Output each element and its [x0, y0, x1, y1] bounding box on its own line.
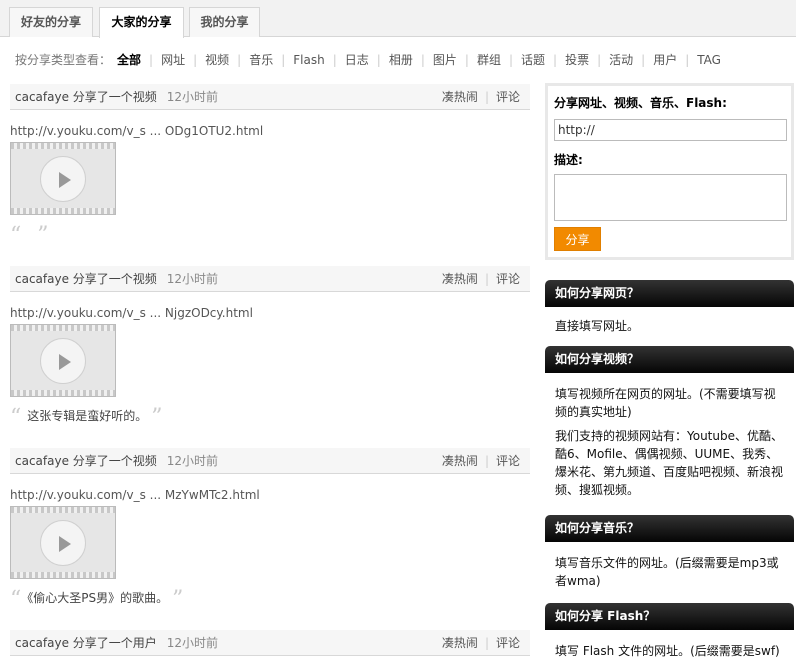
feed-item-author[interactable]: cacafaye 分享了一个用户 — [15, 636, 157, 650]
feed-item-time: 12小时前 — [166, 454, 219, 468]
filter-url[interactable]: 网址 — [161, 52, 185, 68]
feed-item-quote: “” — [10, 223, 530, 248]
filter-label: 按分享类型查看： — [15, 53, 112, 67]
open-quote-icon: “ — [10, 405, 22, 430]
feed-item: cacafaye 分享了一个视频 12小时前 凑热闹 | 评论 http://v.yo… — [10, 266, 530, 430]
join-button[interactable]: 凑热闹 — [442, 90, 478, 104]
feed-item-author[interactable]: cacafaye 分享了一个视频 — [15, 90, 157, 104]
filter-music[interactable]: 音乐 — [249, 52, 273, 68]
open-quote-icon: “ — [10, 223, 22, 248]
share-feed: cacafaye 分享了一个视频 12小时前 凑热闹 | 评论 http://v.yo… — [10, 84, 530, 656]
feed-item-author[interactable]: cacafaye 分享了一个视频 — [15, 272, 157, 286]
video-thumbnail[interactable] — [10, 324, 116, 397]
play-icon[interactable] — [40, 520, 86, 566]
tab-bar: 好友的分享 大家的分享 我的分享 — [0, 0, 796, 38]
comment-button[interactable]: 评论 — [496, 272, 520, 286]
comment-button[interactable]: 评论 — [496, 454, 520, 468]
description-label: 描述: — [554, 153, 583, 167]
filter-tag[interactable]: TAG — [697, 52, 721, 68]
feed-item-header: cacafaye 分享了一个视频 12小时前 凑热闹 | 评论 — [10, 84, 530, 110]
share-url-input[interactable] — [554, 119, 787, 141]
feed-item-quote: “《偷心大圣PS男》的歌曲。” — [10, 587, 184, 612]
description-input[interactable] — [554, 174, 787, 221]
feed-item-url[interactable]: http://v.youku.com/v_s ... ODg1OTU2.html — [10, 124, 530, 138]
filter-blog[interactable]: 日志 — [345, 52, 369, 68]
help-body: 填写视频所在网页的网址。(不需要填写视频的真实地址) 我们支持的视频网站有：You… — [555, 387, 784, 497]
filter-album[interactable]: 相册 — [389, 52, 413, 68]
share-form: 分享网址、视频、音乐、Flash: 描述: 分享 — [545, 83, 794, 260]
tab-friends-shares[interactable]: 好友的分享 — [9, 7, 93, 37]
sidebar: 分享网址、视频、音乐、Flash: 描述: 分享 如何分享网页？ 直接填写网址。… — [545, 83, 794, 660]
share-form-title: 分享网址、视频、音乐、Flash: — [554, 96, 727, 110]
help-section-flash: 如何分享 Flash？ 填写 Flash 文件的网址。(后缀需要是swf) — [545, 603, 794, 660]
feed-item: cacafaye 分享了一个视频 12小时前 凑热闹 | 评论 http://v.yo… — [10, 84, 530, 248]
type-filter: 按分享类型查看： 全部 | 网址 | 视频 | 音乐 | Flash | 日志 | 相册 | 图片 | 群组 | 话题… — [15, 52, 721, 68]
share-button[interactable]: 分享 — [554, 227, 601, 251]
feed-item-header: cacafaye 分享了一个视频 12小时前 凑热闹 | 评论 — [10, 448, 530, 474]
comment-button[interactable]: 评论 — [496, 636, 520, 650]
filter-flash[interactable]: Flash — [293, 52, 324, 68]
help-body: 填写 Flash 文件的网址。(后缀需要是swf) — [555, 644, 780, 658]
help-body: 填写音乐文件的网址。(后缀需要是mp3或者wma) — [555, 556, 779, 588]
close-quote-icon: ” — [151, 405, 163, 430]
video-thumbnail[interactable] — [10, 142, 116, 215]
close-quote-icon: ” — [172, 587, 184, 612]
help-title: 如何分享网页？ — [545, 280, 794, 307]
feed-item-header: cacafaye 分享了一个用户 12小时前 凑热闹 | 评论 — [10, 630, 530, 656]
video-thumbnail[interactable] — [10, 506, 116, 579]
help-title: 如何分享音乐？ — [545, 515, 794, 542]
feed-item-header: cacafaye 分享了一个视频 12小时前 凑热闹 | 评论 — [10, 266, 530, 292]
help-title: 如何分享视频？ — [545, 346, 794, 373]
filter-video[interactable]: 视频 — [205, 52, 229, 68]
filter-topic[interactable]: 话题 — [521, 52, 545, 68]
filter-poll[interactable]: 投票 — [565, 52, 589, 68]
feed-item-author[interactable]: cacafaye 分享了一个视频 — [15, 454, 157, 468]
feed-item-time: 12小时前 — [166, 272, 219, 286]
filter-event[interactable]: 活动 — [609, 52, 633, 68]
join-button[interactable]: 凑热闹 — [442, 636, 478, 650]
filter-all[interactable]: 全部 — [117, 52, 141, 68]
play-icon[interactable] — [40, 338, 86, 384]
feed-item-quote: “这张专辑是蛮好听的。” — [10, 405, 163, 430]
comment-button[interactable]: 评论 — [496, 90, 520, 104]
help-body: 直接填写网址。 — [555, 319, 640, 333]
help-title: 如何分享 Flash？ — [545, 603, 794, 630]
close-quote-icon: ” — [37, 223, 49, 248]
feed-item-time: 12小时前 — [166, 636, 219, 650]
filter-user[interactable]: 用户 — [653, 52, 677, 68]
filter-group[interactable]: 群组 — [477, 52, 501, 68]
tab-my-shares[interactable]: 我的分享 — [189, 7, 260, 37]
feed-item-time: 12小时前 — [166, 90, 219, 104]
tab-everyone-shares[interactable]: 大家的分享 — [99, 7, 184, 38]
feed-item-url[interactable]: http://v.youku.com/v_s ... MzYwMTc2.html — [10, 488, 530, 502]
help-section-video: 如何分享视频？ 填写视频所在网页的网址。(不需要填写视频的真实地址) 我们支持的视… — [545, 346, 794, 515]
join-button[interactable]: 凑热闹 — [442, 272, 478, 286]
help-section-music: 如何分享音乐？ 填写音乐文件的网址。(后缀需要是mp3或者wma) — [545, 515, 794, 603]
help-section-webpage: 如何分享网页？ 直接填写网址。 — [545, 280, 794, 346]
filter-picture[interactable]: 图片 — [433, 52, 457, 68]
open-quote-icon: “ — [10, 587, 22, 612]
feed-item-url[interactable]: http://v.youku.com/v_s ... NjgzODcy.html — [10, 306, 530, 320]
play-icon[interactable] — [40, 156, 86, 202]
feed-item: cacafaye 分享了一个视频 12小时前 凑热闹 | 评论 http://v.yo… — [10, 448, 530, 612]
join-button[interactable]: 凑热闹 — [442, 454, 478, 468]
feed-item: cacafaye 分享了一个用户 12小时前 凑热闹 | 评论 — [10, 630, 530, 656]
